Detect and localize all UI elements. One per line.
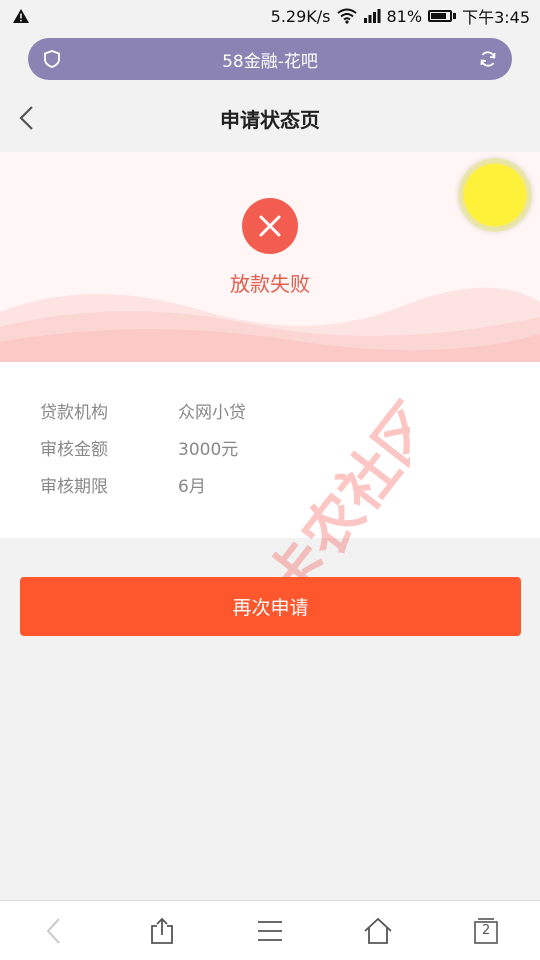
refresh-icon[interactable] [478,49,498,69]
battery-percent: 81% [386,6,423,26]
info-value: 众网小贷 [178,403,246,423]
loan-info: 贷款机构 众网小贷 审核金额 3000元 审核期限 6月 [0,362,540,538]
fail-icon [242,198,298,254]
share-icon [151,917,173,944]
home-icon [364,917,392,944]
url-bar[interactable]: 58金融-花吧 [28,38,512,80]
menu-button[interactable] [240,909,300,953]
warning-icon [13,9,29,23]
status-text: 放款失败 [230,272,310,296]
home-button[interactable] [348,909,408,953]
network-speed: 5.29K/s [270,6,331,26]
back-arrow-icon[interactable] [16,104,40,132]
info-value: 6月 [178,477,206,497]
clock: 下午3:45 [462,8,530,27]
page-header: 申请状态页 [0,86,540,150]
page-title: 申请状态页 [220,107,320,132]
info-value: 3000元 [178,440,239,460]
floating-assist-button[interactable] [458,158,532,232]
info-label: 审核金额 [40,440,108,460]
tab-count: 2 [482,922,491,938]
battery-icon [428,10,457,22]
info-label: 贷款机构 [40,403,108,423]
wifi-icon [336,8,357,24]
share-button[interactable] [132,909,192,953]
chevron-left-icon [46,917,60,944]
reapply-button[interactable]: 再次申请 [20,577,521,636]
signal-icon [363,9,380,23]
browser-toolbar: 2 [0,900,540,960]
info-row-amount: 审核金额 3000元 [0,429,540,466]
browser-back-button[interactable] [24,909,84,953]
info-row-term: 审核期限 6月 [0,466,540,503]
page-url-title[interactable]: 58金融-花吧 [222,47,318,72]
shield-icon[interactable] [42,49,62,69]
status-bar: 5.29K/s 81% 下午3:45 [0,0,540,32]
info-row-lender: 贷款机构 众网小贷 [0,392,540,429]
menu-icon [258,920,282,941]
info-label: 审核期限 [40,477,108,497]
tabs-button[interactable]: 2 [456,909,516,953]
